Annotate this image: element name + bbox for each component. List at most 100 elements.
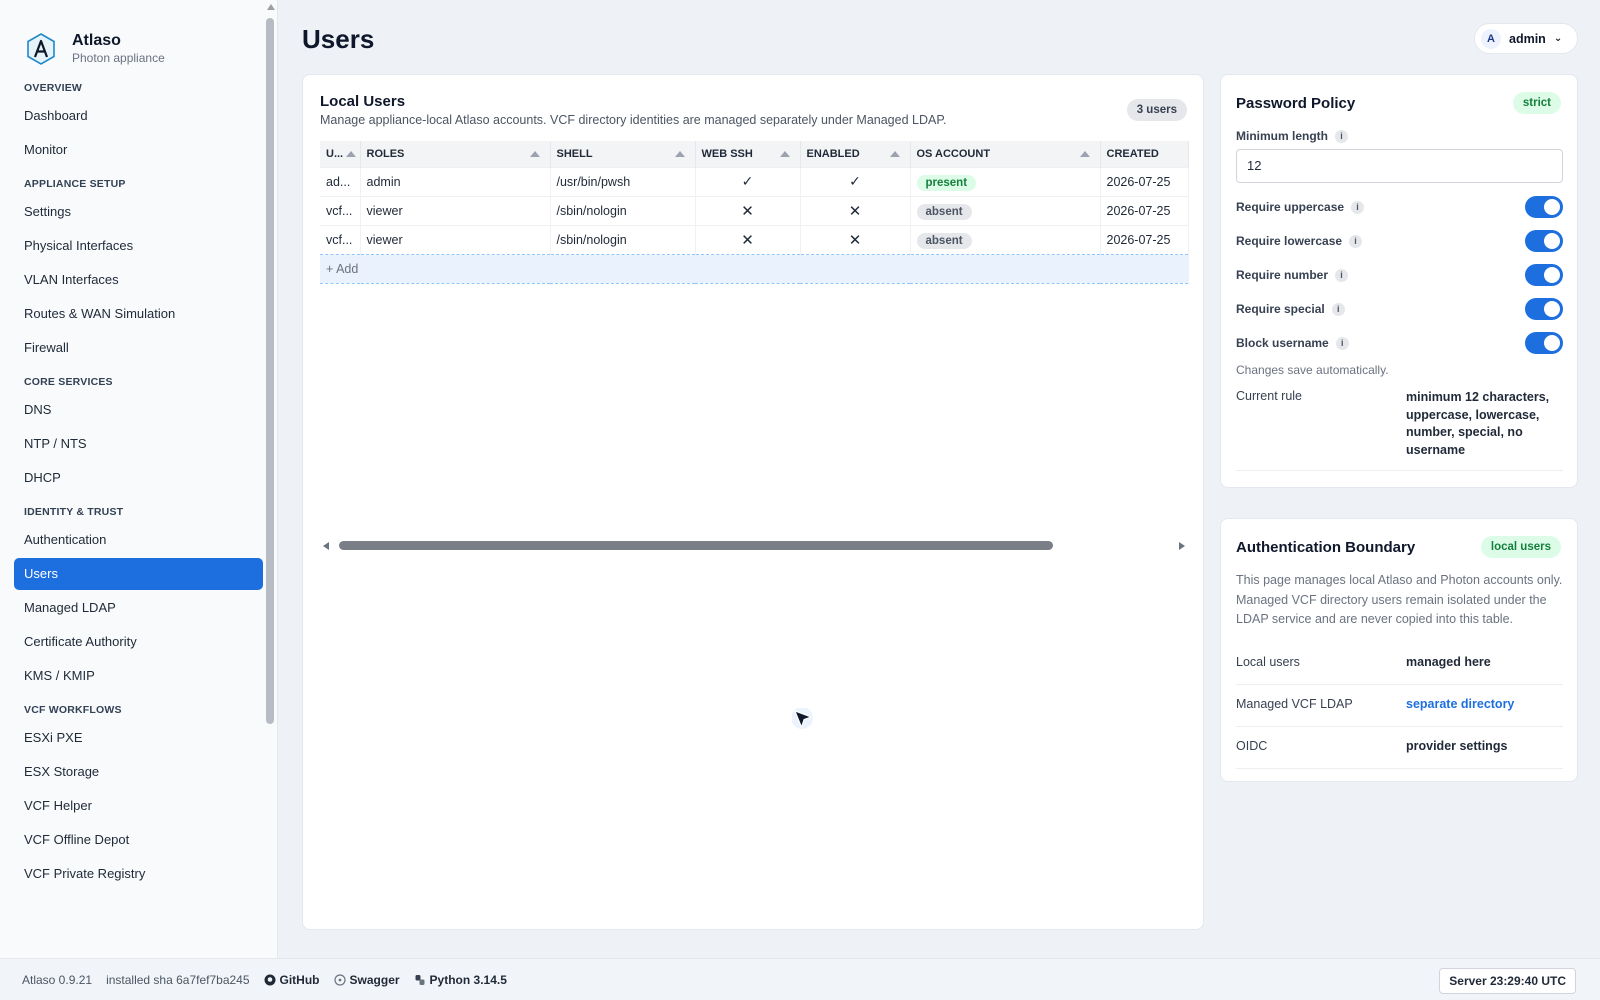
atlaso-logo-icon — [27, 33, 55, 65]
column-header-web-ssh[interactable]: WEB SSH — [695, 141, 801, 167]
sidebar-item-vcf-private-registry[interactable]: VCF Private Registry — [0, 858, 263, 890]
cell-roles[interactable]: viewer — [360, 224, 551, 254]
column-header-roles[interactable]: ROLES — [360, 141, 551, 167]
require-special-toggle[interactable] — [1525, 298, 1563, 320]
scrollbar-thumb[interactable] — [339, 541, 1053, 550]
add-row-filler[interactable] — [360, 253, 1189, 284]
cross-icon[interactable]: ✕ — [800, 195, 911, 225]
sort-icon — [529, 151, 540, 157]
sidebar-item-dashboard[interactable]: Dashboard — [0, 100, 263, 132]
cell-shell[interactable]: /sbin/nologin — [550, 224, 696, 254]
info-icon[interactable]: i — [1335, 130, 1348, 143]
cell-shell[interactable]: /usr/bin/pwsh — [550, 166, 696, 196]
ab-row-managed-ldap: Managed VCF LDAP separate directory — [1236, 685, 1563, 727]
sidebar-item-ntp[interactable]: NTP / NTS — [0, 428, 263, 460]
info-icon[interactable]: i — [1335, 269, 1349, 282]
autosave-note: Changes save automatically. — [1236, 363, 1389, 377]
sidebar-item-routes-wan[interactable]: Routes & WAN Simulation — [0, 298, 263, 330]
cell-user[interactable]: vcf... — [320, 195, 361, 225]
info-icon[interactable]: i — [1349, 235, 1363, 248]
github-icon — [264, 974, 276, 985]
require-number-toggle[interactable] — [1525, 264, 1563, 286]
password-policy-card: Password Policy strict Minimum length i 1… — [1220, 74, 1578, 488]
avatar: A — [1481, 28, 1501, 49]
cell-created: 2026-07-25 — [1100, 166, 1189, 196]
toggle-row-lowercase: Require lowercase i — [1236, 229, 1563, 253]
require-lowercase-toggle[interactable] — [1525, 230, 1563, 252]
sidebar-scrollbar[interactable] — [266, 18, 274, 724]
column-header-shell[interactable]: SHELL — [550, 141, 696, 167]
cell-user[interactable]: ad... — [320, 166, 361, 196]
table-row[interactable]: ad... admin /usr/bin/pwsh ✓ ✓ present 20… — [320, 166, 1189, 196]
cross-icon[interactable]: ✕ — [695, 224, 801, 254]
cross-icon[interactable]: ✕ — [800, 224, 911, 254]
auth-boundary-description: This page manages local Atlaso and Photo… — [1236, 573, 1563, 626]
column-header-user[interactable]: U... — [320, 141, 361, 167]
add-user-button[interactable]: + Add — [320, 253, 361, 284]
toggle-row-number: Require number i — [1236, 263, 1563, 287]
block-username-toggle[interactable] — [1525, 332, 1563, 354]
separate-directory-link[interactable]: separate directory — [1406, 697, 1514, 711]
local-users-title: Local Users — [320, 93, 406, 110]
ab-key: OIDC — [1236, 739, 1268, 753]
info-icon[interactable]: i — [1335, 337, 1349, 350]
sidebar-item-firewall[interactable]: Firewall — [0, 332, 263, 364]
nav-section-appliance-setup: APPLIANCE SETUP — [24, 178, 126, 190]
column-header-enabled[interactable]: ENABLED — [800, 141, 911, 167]
cell-os-account: absent — [910, 224, 1101, 254]
sidebar-item-dns[interactable]: DNS — [0, 394, 263, 426]
sidebar-item-authentication[interactable]: Authentication — [0, 524, 263, 556]
sidebar-item-vcf-offline-depot[interactable]: VCF Offline Depot — [0, 824, 263, 856]
column-header-os-account[interactable]: OS ACCOUNT — [910, 141, 1101, 167]
scroll-up-arrow-icon[interactable] — [267, 4, 275, 10]
info-icon[interactable]: i — [1331, 303, 1345, 316]
sidebar-item-managed-ldap[interactable]: Managed LDAP — [0, 592, 263, 624]
info-icon[interactable]: i — [1351, 201, 1365, 214]
nav-section-vcf-workflows: VCF WORKFLOWS — [24, 704, 122, 716]
column-header-created[interactable]: CREATED — [1100, 141, 1189, 167]
python-icon — [415, 974, 425, 985]
sidebar-item-esx-storage[interactable]: ESX Storage — [0, 756, 263, 788]
sidebar-item-dhcp[interactable]: DHCP — [0, 462, 263, 494]
ab-value: provider settings — [1406, 739, 1508, 753]
scroll-right-arrow-icon[interactable] — [1179, 542, 1185, 550]
min-length-input[interactable]: 12 — [1236, 149, 1563, 183]
sidebar-item-vlan-interfaces[interactable]: VLAN Interfaces — [0, 264, 263, 296]
python-version: Python 3.14.5 — [414, 973, 507, 987]
sidebar-item-vcf-helper[interactable]: VCF Helper — [0, 790, 263, 822]
brand[interactable]: Atlaso Photon appliance — [0, 0, 277, 70]
scroll-left-arrow-icon[interactable] — [323, 542, 329, 550]
sidebar-item-monitor[interactable]: Monitor — [0, 134, 263, 166]
ab-key: Local users — [1236, 655, 1300, 669]
cell-roles[interactable]: viewer — [360, 195, 551, 225]
min-length-label: Minimum length i — [1236, 129, 1348, 143]
password-policy-title: Password Policy — [1236, 95, 1356, 112]
add-user-row[interactable]: + Add — [320, 253, 1189, 284]
ab-row-oidc: OIDC provider settings — [1236, 727, 1563, 769]
sidebar-item-kms-kmip[interactable]: KMS / KMIP — [0, 660, 263, 692]
swagger-link[interactable]: Swagger — [333, 973, 400, 987]
cell-roles[interactable]: admin — [360, 166, 551, 196]
users-table: U... ROLES SHELL WEB SSH ENABLED OS ACCO… — [320, 141, 1189, 284]
mouse-cursor-icon — [792, 708, 813, 729]
cell-shell[interactable]: /sbin/nologin — [550, 195, 696, 225]
horizontal-scrollbar[interactable] — [323, 539, 1185, 553]
require-uppercase-toggle[interactable] — [1525, 196, 1563, 218]
cell-user[interactable]: vcf... — [320, 224, 361, 254]
table-row[interactable]: vcf... viewer /sbin/nologin ✕ ✕ absent 2… — [320, 224, 1189, 254]
user-menu-button[interactable]: A admin ⌄ — [1474, 23, 1578, 54]
cell-os-account: absent — [910, 195, 1101, 225]
sidebar-item-esxi-pxe[interactable]: ESXi PXE — [0, 722, 263, 754]
table-row[interactable]: vcf... viewer /sbin/nologin ✕ ✕ absent 2… — [320, 195, 1189, 225]
status-badge: present — [916, 174, 977, 191]
github-link[interactable]: GitHub — [264, 973, 320, 987]
local-users-card: Local Users Manage appliance-local Atlas… — [302, 74, 1204, 930]
check-icon[interactable]: ✓ — [800, 166, 911, 196]
sidebar-item-physical-interfaces[interactable]: Physical Interfaces — [0, 230, 263, 262]
sidebar-item-users[interactable]: Users — [14, 558, 263, 590]
check-icon[interactable]: ✓ — [695, 166, 801, 196]
cross-icon[interactable]: ✕ — [695, 195, 801, 225]
table-header-row: U... ROLES SHELL WEB SSH ENABLED OS ACCO… — [320, 141, 1189, 167]
sidebar-item-certificate-authority[interactable]: Certificate Authority — [0, 626, 263, 658]
sidebar-item-settings[interactable]: Settings — [0, 196, 263, 228]
